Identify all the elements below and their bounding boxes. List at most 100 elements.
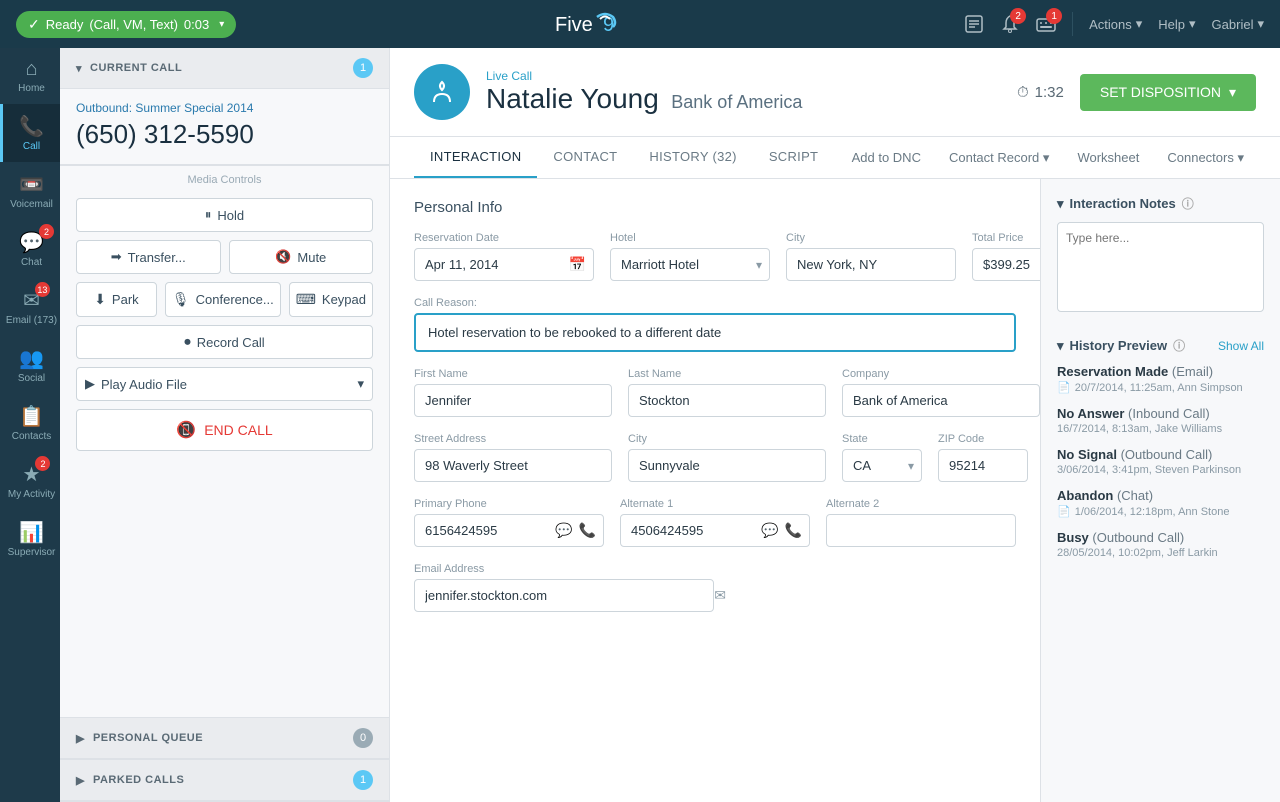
hotel-select[interactable]: Marriott Hotel — [610, 248, 770, 281]
add-to-dnc-button[interactable]: Add to DNC — [840, 144, 933, 171]
state-select-wrapper: CA — [842, 449, 922, 482]
alternate2-input[interactable] — [826, 514, 1016, 547]
media-controls-label: Media Controls — [60, 165, 389, 190]
state-select[interactable]: CA — [842, 449, 922, 482]
connectors-caret-icon: ▾ — [1237, 150, 1244, 165]
first-name-label: First Name — [414, 368, 612, 380]
sidebar-item-supervisor[interactable]: 📊 Supervisor — [0, 510, 60, 568]
sidebar-item-voicemail[interactable]: 📼 Voicemail — [0, 162, 60, 220]
worksheet-button[interactable]: Worksheet — [1065, 144, 1151, 171]
hold-button[interactable]: ⏸ Hold — [76, 198, 373, 232]
help-caret-icon: ▾ — [1189, 16, 1196, 32]
sidebar-item-contacts[interactable]: 📋 Contacts — [0, 394, 60, 452]
contact-record-button[interactable]: Contact Record ▾ — [937, 144, 1061, 172]
transfer-button[interactable]: ➡ Transfer... — [76, 240, 221, 274]
sidebar-item-email[interactable]: ✉ 13 Email (173) — [0, 278, 60, 336]
top-nav: ✓ Ready (Call, VM, Text) 0:03 ▾ Five 9 — [0, 0, 1280, 48]
status-detail: (Call, VM, Text) — [89, 17, 178, 32]
set-disposition-button[interactable]: SET DISPOSITION ▾ — [1080, 74, 1256, 111]
park-button[interactable]: ⬇ Park — [76, 282, 157, 317]
sidebar-item-chat[interactable]: 💬 2 Chat — [0, 220, 60, 278]
email-input[interactable] — [414, 579, 714, 612]
notifications-btn[interactable]: 2 — [1000, 14, 1020, 34]
avatar — [414, 64, 470, 120]
park-icon: ⬇ — [94, 291, 106, 308]
call-reason-group: Call Reason: — [414, 297, 1016, 352]
record-call-button[interactable]: ⏺ Record Call — [76, 325, 373, 359]
notes-icon-btn[interactable] — [964, 14, 984, 34]
last-name-input[interactable] — [628, 384, 826, 417]
alternate1-label: Alternate 1 — [620, 498, 810, 510]
chat-badge: 2 — [39, 224, 54, 239]
contact-record-caret-icon: ▾ — [1043, 150, 1050, 165]
primary-phone-label: Primary Phone — [414, 498, 604, 510]
sidebar-item-call[interactable]: 📞 Call — [0, 104, 60, 162]
sms-alt1-icon[interactable]: 💬 — [761, 522, 778, 539]
city-field-input[interactable] — [628, 449, 826, 482]
keyboard-btn[interactable]: 1 — [1036, 14, 1056, 34]
alternate1-wrapper: 💬 📞 — [620, 514, 810, 547]
play-audio-button[interactable]: ▶ Play Audio File ▾ — [76, 367, 373, 401]
tab-script[interactable]: SCRIPT — [753, 137, 834, 178]
calendar-icon[interactable]: 📅 — [569, 256, 586, 273]
interaction-notes-toggle-icon[interactable]: ▾ — [1057, 196, 1064, 212]
call-primary-icon[interactable]: 📞 — [579, 522, 596, 539]
actions-btn[interactable]: Actions ▾ — [1089, 16, 1142, 32]
conference-button[interactable]: 🎙 Conference... — [165, 282, 281, 317]
tab-interaction[interactable]: INTERACTION — [414, 137, 537, 178]
sidebar-item-social[interactable]: 👥 Social — [0, 336, 60, 394]
first-name-input[interactable] — [414, 384, 612, 417]
current-call-title: CURRENT CALL — [90, 62, 182, 74]
call-reason-input[interactable] — [414, 313, 1016, 352]
bottom-sections: ▶ PERSONAL QUEUE 0 ▶ PARKED CALLS 1 — [60, 717, 389, 802]
email-send-icon[interactable]: ✉ — [714, 587, 726, 604]
personal-queue-title: PERSONAL QUEUE — [93, 732, 203, 744]
tabs-bar: INTERACTION CONTACT HISTORY (32) SCRIPT … — [390, 137, 1280, 179]
interaction-notes-textarea[interactable] — [1057, 222, 1264, 312]
status-badge[interactable]: ✓ Ready (Call, VM, Text) 0:03 ▾ — [16, 11, 236, 38]
status-text: Ready — [46, 17, 84, 32]
parked-calls-header[interactable]: ▶ PARKED CALLS 1 — [60, 760, 389, 801]
company-input[interactable] — [842, 384, 1040, 417]
current-call-section-header[interactable]: ▾ CURRENT CALL 1 — [60, 48, 389, 89]
tab-history[interactable]: HISTORY (32) — [633, 137, 752, 178]
logo: Five 9 — [555, 9, 645, 39]
interaction-notes-title: Interaction Notes — [1070, 196, 1176, 211]
show-all-link[interactable]: Show All — [1218, 339, 1264, 353]
city-input[interactable] — [786, 248, 956, 281]
connectors-button[interactable]: Connectors ▾ — [1155, 144, 1256, 172]
city-label: City — [786, 232, 956, 244]
call-alt1-icon[interactable]: 📞 — [785, 522, 802, 539]
social-icon: 👥 — [19, 346, 44, 371]
play-audio-caret-icon: ▾ — [357, 376, 364, 392]
sms-icon[interactable]: 💬 — [555, 522, 572, 539]
main-content: Live Call Natalie Young Bank of America … — [390, 48, 1280, 802]
user-btn[interactable]: Gabriel ▾ — [1212, 16, 1264, 32]
myactivity-badge: 2 — [35, 456, 50, 471]
keyboard-badge: 1 — [1046, 8, 1062, 24]
outbound-label: Outbound: — [76, 101, 132, 115]
zip-code-input[interactable] — [938, 449, 1028, 482]
sidebar-item-home[interactable]: ⌂ Home — [0, 48, 60, 104]
end-call-button[interactable]: 📵 END CALL — [76, 409, 373, 451]
history-toggle-icon[interactable]: ▾ — [1057, 338, 1064, 354]
email-group: Email Address ✉ — [414, 563, 734, 612]
last-name-label: Last Name — [628, 368, 826, 380]
help-btn[interactable]: Help ▾ — [1158, 16, 1195, 32]
status-timer: 0:03 — [184, 17, 209, 32]
call-timer: ⏱ 1:32 — [1017, 84, 1064, 101]
street-address-input[interactable] — [414, 449, 612, 482]
keypad-button[interactable]: ⌨ Keypad — [289, 282, 373, 317]
parked-calls-count: 1 — [353, 770, 373, 790]
personal-queue-header[interactable]: ▶ PERSONAL QUEUE 0 — [60, 718, 389, 759]
parked-calls-chevron-icon: ▶ — [76, 774, 85, 787]
hold-icon: ⏸ — [205, 207, 212, 223]
hotel-select-wrapper: Marriott Hotel — [610, 248, 770, 281]
tab-contact[interactable]: CONTACT — [537, 137, 633, 178]
mute-button[interactable]: 🔇 Mute — [229, 240, 374, 274]
sidebar-item-myactivity[interactable]: ★ 2 My Activity — [0, 452, 60, 510]
history-item-0: Reservation Made (Email) 📄 20/7/2014, 11… — [1057, 364, 1264, 394]
total-price-input[interactable] — [972, 248, 1040, 281]
form-row-address: Street Address City State CA — [414, 433, 1016, 482]
reservation-date-input[interactable] — [414, 248, 594, 281]
